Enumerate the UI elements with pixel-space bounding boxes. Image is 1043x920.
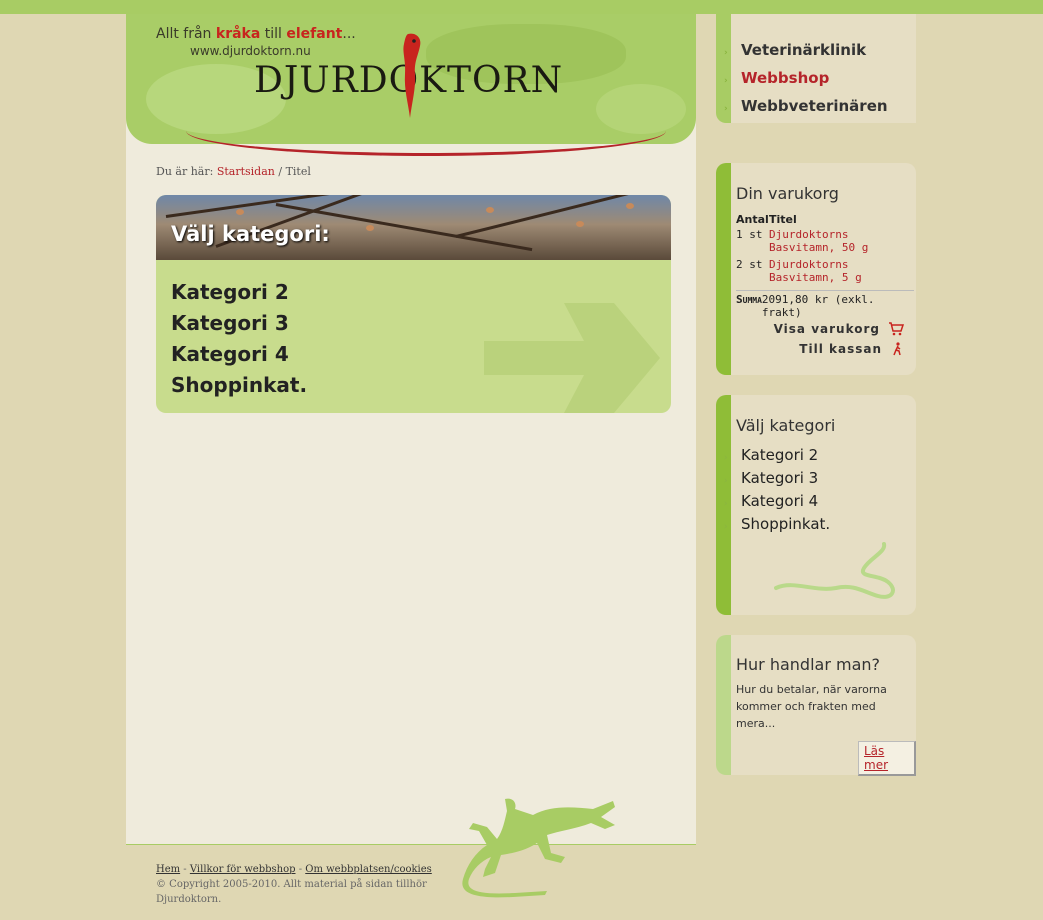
breadcrumb-home-link[interactable]: Startsidan (217, 165, 275, 178)
cart-title: Din varukorg (736, 184, 839, 203)
slogan-text: ... (342, 26, 356, 42)
footer-separator: - (295, 864, 306, 875)
parrot-icon (403, 33, 421, 119)
gecko-icon (462, 798, 615, 898)
category-item[interactable]: Kategori 4 (171, 339, 307, 370)
leaf (236, 209, 244, 215)
nav-list: › Veterinärklinik › Webbshop › Webbveterinä… (724, 38, 888, 122)
cart-item-link[interactable]: Djurdoktorns Basvitamn, 50 g (769, 228, 914, 258)
site-url: www.djurdoktorn.nu (190, 44, 311, 58)
side-category-item[interactable]: › Kategori 2 (724, 445, 830, 468)
view-cart-label: Visa varukorg (773, 322, 880, 336)
how-stripe (716, 635, 731, 775)
view-cart-link[interactable]: Visa varukorg (774, 322, 904, 336)
slogan-text: Allt från (156, 26, 216, 42)
cart-table: Antal Titel 1 st Djurdoktorns Basvitamn,… (736, 213, 914, 288)
category-item[interactable]: Kategori 3 (171, 308, 307, 339)
nav-label: Veterinärklinik (741, 41, 867, 59)
site-header: Allt från kråka till elefant... www.djur… (126, 14, 696, 144)
side-category-label: Kategori 3 (741, 469, 819, 487)
footer-link-home[interactable]: Hem (156, 864, 180, 875)
footer-link-terms[interactable]: Villkor för webbshop (190, 864, 296, 875)
chevron-right-icon: › (724, 76, 728, 86)
nav-item-veterinarklinik[interactable]: › Veterinärklinik (724, 38, 888, 66)
cart-box: Din varukorg Antal Titel 1 st Djurdoktor… (716, 163, 916, 375)
table-row: 2 st Djurdoktorns Basvitamn, 5 g (736, 258, 914, 288)
read-more-button[interactable]: Läs mer (858, 741, 916, 776)
side-category-box: Välj kategori › Kategori 2 › Kategori 3 › K… (716, 395, 916, 615)
nav-item-webbveterinaren[interactable]: › Webbveterinären (724, 94, 888, 122)
nav-label: Webbveterinären (741, 97, 888, 115)
side-category-item[interactable]: › Kategori 4 (724, 491, 830, 514)
nav-label: Webbshop (741, 69, 830, 87)
side-category-item[interactable]: › Kategori 3 (724, 468, 830, 491)
how-to-buy-box: Hur handlar man? Hur du betalar, när var… (716, 635, 916, 776)
header-underline (186, 126, 666, 156)
chevron-right-icon: › (724, 476, 728, 486)
footer-separator: - (180, 864, 190, 875)
cart-qty: 2 st (736, 258, 763, 271)
cart-sum-value: 2091,80 kr (exkl. frakt) (761, 293, 875, 319)
breadcrumb-current: Titel (285, 165, 311, 178)
cart-stripe (716, 163, 731, 375)
chevron-right-icon: › (724, 104, 728, 114)
side-category-list: › Kategori 2 › Kategori 3 › Kategori 4 › Sho… (724, 445, 830, 537)
slogan-highlight: elefant (286, 26, 343, 42)
checkout-label: Till kassan (799, 342, 882, 356)
cart-header-row: Antal Titel (736, 213, 914, 228)
checkout-link[interactable]: Till kassan (799, 342, 904, 356)
how-text: Hur du betalar, när varorna kommer och f… (736, 683, 887, 730)
chevron-right-icon: › (724, 499, 728, 509)
category-box: Välj kategori: Kategori 2 Kategori 3 Kat… (156, 195, 671, 413)
side-category-item[interactable]: › Shoppinkat. (724, 514, 830, 537)
how-title: Hur handlar man? (736, 655, 881, 674)
leaf (486, 207, 494, 213)
side-category-title: Välj kategori (736, 416, 836, 435)
chevron-right-icon: › (724, 522, 728, 532)
cart-qty: 1 st (736, 228, 763, 241)
side-category-label: Shoppinkat. (741, 515, 831, 533)
side-category-label: Kategori 4 (741, 492, 819, 510)
category-item[interactable]: Shoppinkat. (171, 370, 307, 401)
chevron-right-icon: › (724, 453, 728, 463)
category-item[interactable]: Kategori 2 (171, 277, 307, 308)
table-row: 1 st Djurdoktorns Basvitamn, 50 g (736, 228, 914, 258)
branch (455, 195, 670, 238)
main-nav: › Veterinärklinik › Webbshop › Webbveterinä… (716, 14, 916, 123)
shopping-cart-icon (889, 322, 904, 336)
chevron-right-icon: › (724, 48, 728, 58)
leaf (576, 221, 584, 227)
cart-item-link[interactable]: Djurdoktorns Basvitamn, 5 g (769, 258, 914, 288)
slogan: Allt från kråka till elefant... (156, 26, 356, 42)
nav-item-webbshop[interactable]: › Webbshop (724, 66, 888, 94)
snake-icon (774, 542, 895, 599)
top-bar (0, 0, 1043, 14)
main-column: Allt från kråka till elefant... www.djur… (126, 14, 696, 845)
cart-col-qty: Antal (736, 213, 769, 226)
cart-sum-row: Summa 2091,80 kr (exkl. frakt) (736, 290, 914, 319)
leaf (626, 203, 634, 209)
breadcrumb: Du är här: Startsidan / Titel (156, 165, 311, 178)
category-list: Kategori 2 Kategori 3 Kategori 4 Shoppin… (171, 277, 307, 401)
arrow-icon (484, 303, 660, 413)
footer-links: Hem - Villkor för webbshop - Om webbplat… (156, 862, 446, 877)
leaf (366, 225, 374, 231)
cart-col-title: Titel (769, 213, 797, 226)
slogan-text: till (260, 26, 287, 42)
breadcrumb-prefix: Du är här: (156, 165, 217, 178)
footer-link-about[interactable]: Om webbplatsen/cookies (305, 864, 432, 875)
category-title: Välj kategori: (171, 222, 330, 246)
walking-person-icon (893, 342, 901, 356)
copyright: © Copyright 2005-2010. Allt material på … (156, 879, 427, 905)
cart-sum-label: Summa (736, 293, 762, 306)
breadcrumb-separator: / (274, 165, 286, 178)
side-category-label: Kategori 2 (741, 446, 819, 464)
footer: Hem - Villkor för webbshop - Om webbplat… (156, 862, 446, 907)
slogan-highlight: kråka (215, 26, 261, 42)
